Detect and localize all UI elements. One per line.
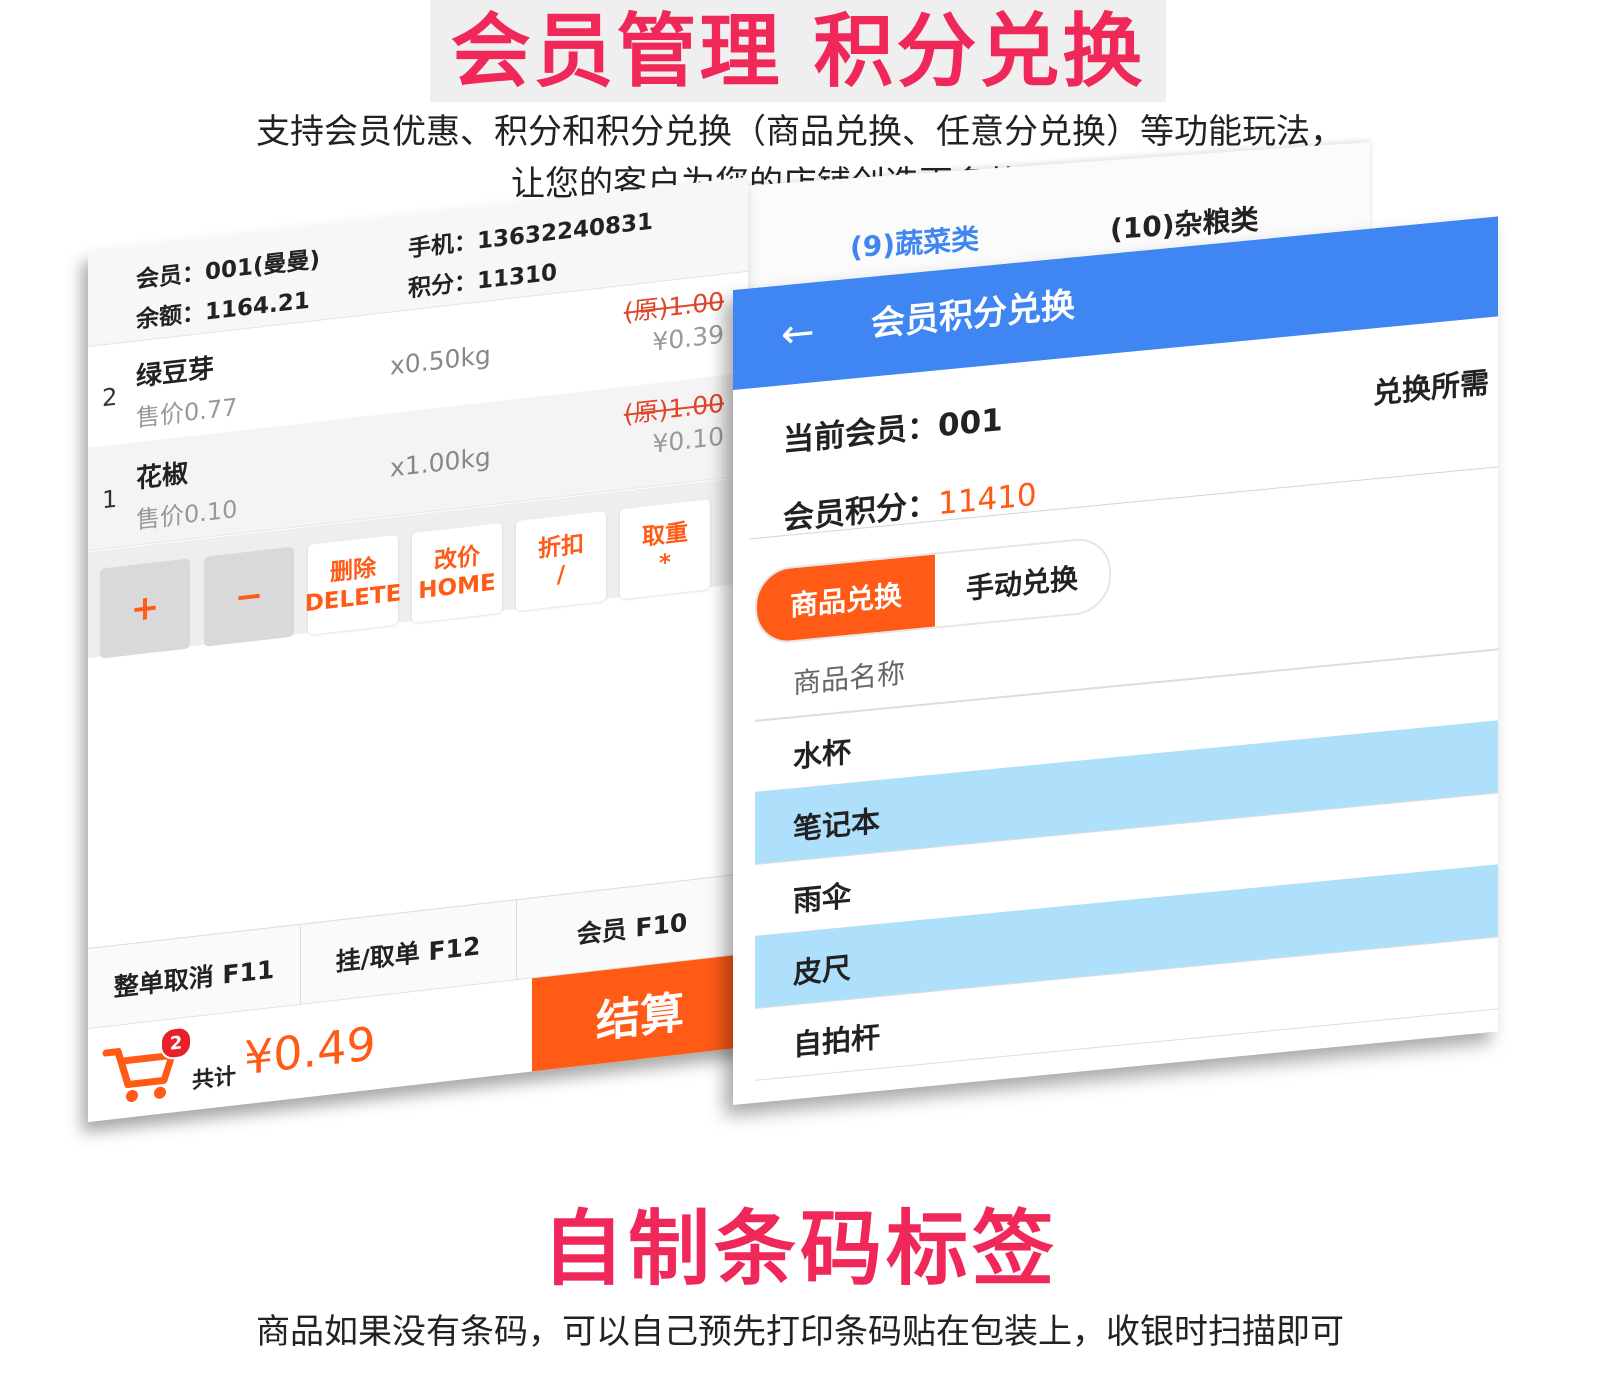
- member-phone: 手机：13632240831: [408, 208, 654, 263]
- cart-item-unit-price: 售价0.77: [136, 392, 238, 433]
- current-member-value: 001: [938, 402, 1003, 445]
- category-tab-vegetables[interactable]: (9)蔬菜类: [850, 217, 979, 266]
- current-member-field: 当前会员：001: [783, 394, 1003, 460]
- cart-item-index: 1: [102, 484, 118, 515]
- cart-item-quantity: x0.50kg: [390, 340, 491, 381]
- delete-button-shortcut: DELETE: [304, 580, 402, 618]
- member-points-field: 会员积分：11410: [783, 469, 1037, 538]
- member-points-label: 会员积分：: [783, 486, 938, 538]
- exchange-title: 会员积分兑换: [871, 285, 1075, 345]
- product-name-column-header: 商品名称: [793, 656, 906, 701]
- arrow-left-icon[interactable]: ←: [781, 309, 815, 358]
- get-weight-button[interactable]: 取重 *: [620, 499, 710, 600]
- cart-item-index: 2: [102, 382, 118, 413]
- tab-manual-exchange[interactable]: 手动兑换: [935, 538, 1109, 627]
- discount-button-shortcut: /: [556, 561, 566, 589]
- change-price-button-shortcut: HOME: [418, 569, 496, 605]
- discount-button[interactable]: 折扣 /: [516, 510, 606, 612]
- get-weight-button-shortcut: *: [658, 549, 672, 577]
- list-item-name: 皮尺: [793, 950, 852, 991]
- cart-item-name: 绿豆芽: [136, 353, 215, 393]
- cart-item-unit-price: 售价0.10: [136, 494, 238, 535]
- section-description: 商品如果没有条码，可以自己预先打印条码贴在包装上，收银时扫描即可: [256, 1312, 1344, 1352]
- increase-quantity-button[interactable]: +: [100, 558, 190, 659]
- decrease-quantity-button[interactable]: −: [204, 546, 294, 647]
- get-weight-button-label: 取重: [642, 519, 688, 551]
- total-amount: ¥0.49: [244, 1016, 376, 1086]
- total-label: 共计: [192, 1064, 237, 1095]
- points-exchange-panel: ← 会员积分兑换 当前会员：001 会员积分：11410 兑换所需 商品兑换 手…: [733, 216, 1498, 1106]
- cart-count-badge: 2: [160, 1025, 192, 1061]
- cart-item-price: ¥0.10: [652, 421, 724, 459]
- current-member-label: 当前会员：: [783, 408, 938, 460]
- tab-goods-exchange[interactable]: 商品兑换: [757, 554, 935, 644]
- list-item-name: 水杯: [793, 734, 852, 775]
- required-points-label: 兑换所需: [1373, 365, 1490, 411]
- change-price-button[interactable]: 改价 HOME: [412, 522, 502, 624]
- list-item-name: 雨伞: [793, 878, 852, 919]
- discount-button-label: 折扣: [538, 531, 584, 563]
- cart-item-quantity: x1.00kg: [390, 442, 491, 483]
- pos-cart-panel: 会员：001(曼曼) 余额：1164.21 手机：13632240831 积分：…: [88, 176, 748, 1123]
- cart-icon[interactable]: 2: [102, 1025, 192, 1109]
- section-title: 自制条码标签: [541, 1202, 1058, 1297]
- delete-button[interactable]: 删除 DELETE: [305, 534, 401, 635]
- list-item-name: 笔记本: [793, 803, 881, 847]
- page-title: 会员管理 积分兑换: [450, 5, 1146, 98]
- cart-item-price: ¥0.39: [652, 319, 724, 357]
- cart-item-name: 花椒: [136, 458, 189, 495]
- list-item-name: 自拍杆: [793, 1019, 881, 1063]
